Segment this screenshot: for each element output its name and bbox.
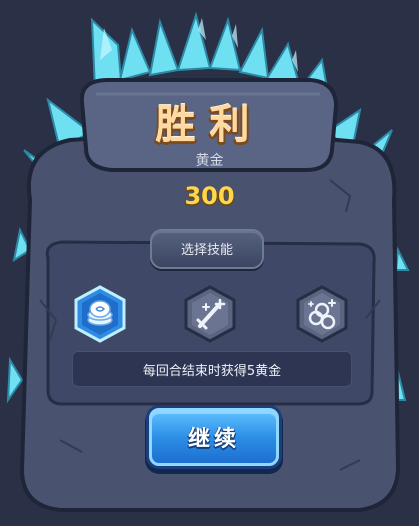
sword-sparkle-icon	[184, 285, 236, 343]
gold-amount: 300	[184, 182, 235, 210]
skill-option-coins[interactable]	[70, 284, 130, 344]
skill-header: 选择技能	[180, 243, 233, 258]
victory-screen: 胜利 黄金 300 选择技能 每回合结束时获得5黄金 继续	[0, 0, 419, 526]
continue-button[interactable]: 继续	[149, 408, 279, 466]
coin-sparkle-icon	[296, 285, 348, 343]
victory-title: 胜利	[155, 102, 264, 148]
skill-option-sword[interactable]	[180, 284, 240, 344]
skill-description: 每回合结束时获得5黄金	[142, 364, 282, 379]
skill-option-coin-sparkle[interactable]	[292, 284, 352, 344]
coin-stack-icon	[74, 285, 126, 343]
continue-button-label: 继续	[187, 427, 240, 452]
gold-label: 黄金	[195, 153, 224, 169]
